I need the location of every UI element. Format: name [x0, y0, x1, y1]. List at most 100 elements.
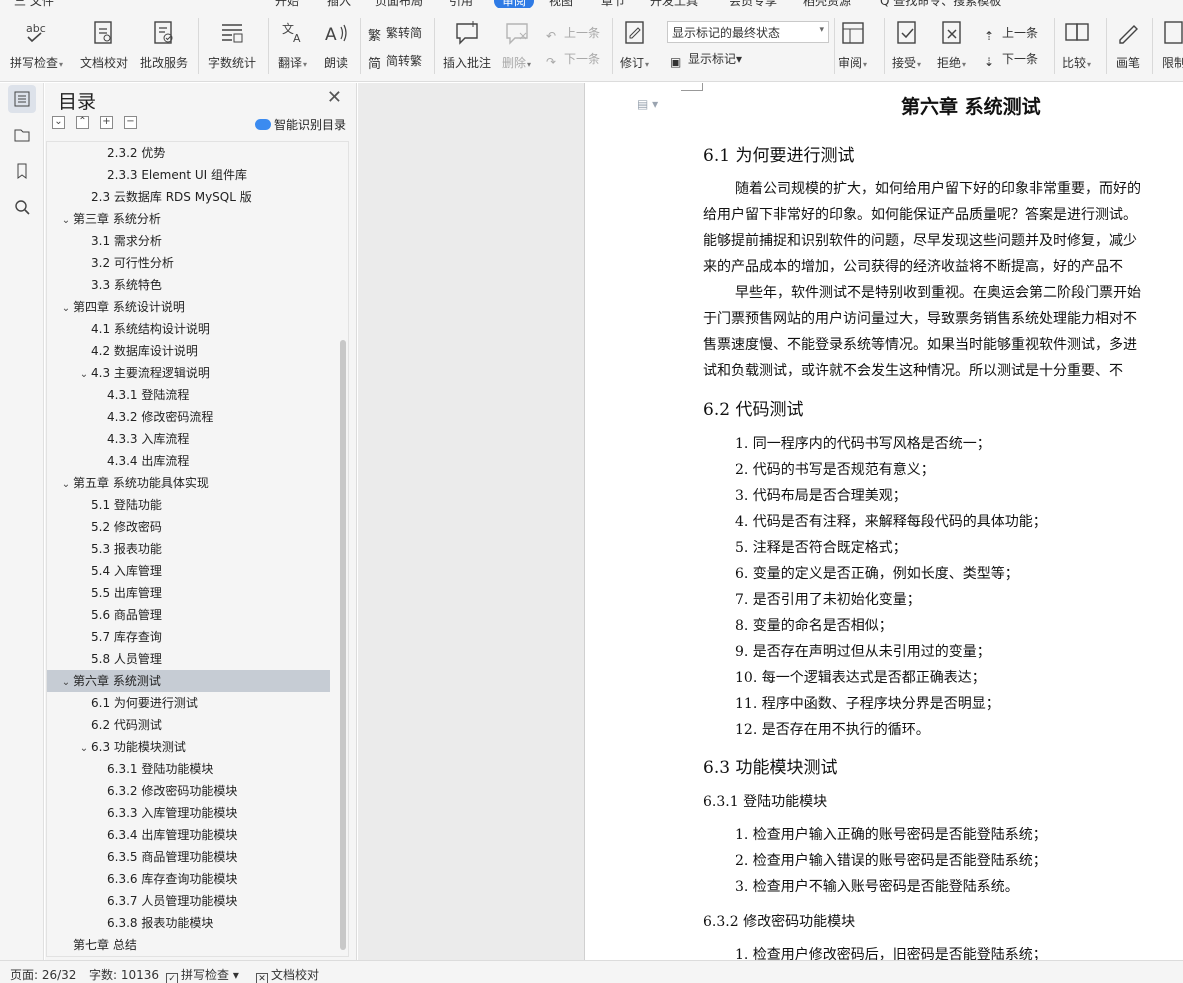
menu-item[interactable]: 页面布局: [375, 0, 423, 8]
trad-to-simp-button[interactable]: 繁繁转简: [368, 24, 422, 44]
search-button[interactable]: [8, 193, 36, 221]
toc-item[interactable]: 6.3.3 入库管理功能模块: [47, 802, 330, 824]
collapse-all-icon[interactable]: ⌄: [52, 116, 65, 129]
toc-item[interactable]: 5.8 人员管理: [47, 648, 330, 670]
toc-item[interactable]: ⌄ 6.3 功能模块测试: [47, 736, 330, 758]
toc-item[interactable]: 6.3.7 人员管理功能模块: [47, 890, 330, 912]
menu-item[interactable]: 开始: [275, 0, 299, 8]
toc-item[interactable]: 4.3.1 登陆流程: [47, 384, 330, 406]
menu-item[interactable]: 引用: [449, 0, 473, 8]
toc-item[interactable]: 6.3.1 登陆功能模块: [47, 758, 330, 780]
paragraph-line: 给用户留下非常好的印象。如何能保证产品质量呢？答案是进行测试。: [703, 207, 1137, 223]
bookmark-button[interactable]: [8, 157, 36, 185]
document-page[interactable]: ▤ ▾ 第六章 系统测试 6.1 为何要进行测试 随着公司规模的扩大，如何给用户…: [585, 83, 1183, 960]
toc-item[interactable]: 6.3.2 修改密码功能模块: [47, 780, 330, 802]
toc-item[interactable]: ⌄ 第三章 系统分析: [47, 208, 330, 230]
paragraph-line: 能够提前捕捉和识别软件的问题，尽早发现这些问题并及时修复，减少: [703, 233, 1137, 249]
toc-item[interactable]: 6.2 代码测试: [47, 714, 330, 736]
translate-button[interactable]: 文A 翻译▾: [278, 20, 307, 71]
add-heading-icon[interactable]: +: [100, 116, 113, 129]
toc-item[interactable]: 5.7 库存查询: [47, 626, 330, 648]
toc-item[interactable]: 6.3.4 出库管理功能模块: [47, 824, 330, 846]
list-item: 2. 检查用户输入错误的账号密码是否能登陆系统；: [735, 853, 1047, 869]
prev-comment-button[interactable]: ↶ 上一条: [546, 24, 600, 44]
menu-item[interactable]: 插入: [327, 0, 351, 8]
close-icon[interactable]: ✕: [327, 87, 342, 108]
toc-item[interactable]: 6.1 为何要进行测试: [47, 692, 330, 714]
page-indicator[interactable]: 页面: 26/32: [10, 966, 76, 983]
toc-item[interactable]: 5.1 登陆功能: [47, 494, 330, 516]
show-markup-icon: ▣: [670, 55, 682, 69]
smart-toc-button[interactable]: 智能识别目录: [254, 116, 346, 133]
read-aloud-button[interactable]: A 朗读: [322, 20, 350, 71]
toc-item[interactable]: 5.2 修改密码: [47, 516, 330, 538]
toc-item[interactable]: 4.3.2 修改密码流程: [47, 406, 330, 428]
chevron-down-icon[interactable]: ⌄: [59, 474, 73, 496]
menu-item[interactable]: 开发工具: [650, 0, 698, 8]
batch-service-button[interactable]: 批改服务: [140, 20, 188, 71]
menu-item[interactable]: 三 文件: [14, 0, 54, 8]
menu-item[interactable]: 章节: [601, 0, 625, 8]
chevron-down-icon[interactable]: ⌄: [77, 364, 91, 386]
toc-item[interactable]: 2.3.3 Element UI 组件库: [47, 164, 330, 186]
menu-item[interactable]: 会员专享: [729, 0, 777, 8]
toc-item[interactable]: 5.6 商品管理: [47, 604, 330, 626]
toc-item[interactable]: 3.3 系统特色: [47, 274, 330, 296]
toc-item[interactable]: 5.5 出库管理: [47, 582, 330, 604]
accept-button[interactable]: 接受▾: [892, 20, 921, 71]
toc-item[interactable]: 6.3.5 商品管理功能模块: [47, 846, 330, 868]
chevron-down-icon[interactable]: ⌄: [59, 298, 73, 320]
chapter-nav-button[interactable]: [8, 121, 36, 149]
track-changes-button[interactable]: 修订▾: [620, 20, 649, 71]
insert-comment-button[interactable]: 插入批注: [443, 20, 491, 71]
chevron-down-icon[interactable]: ⌄: [59, 210, 73, 232]
review-pane-button[interactable]: 审阅▾: [838, 20, 867, 71]
status-doc-proof[interactable]: ✕ 文档校对: [256, 966, 319, 983]
toc-item[interactable]: 4.3.3 入库流程: [47, 428, 330, 450]
next-change-button[interactable]: ⇣ 下一条: [984, 50, 1038, 70]
simp-to-trad-button[interactable]: 简简转繁: [368, 52, 422, 72]
toc-item[interactable]: 4.1 系统结构设计说明: [47, 318, 330, 340]
next-comment-button[interactable]: ↷ 下一条: [546, 50, 600, 70]
toc-item[interactable]: 4.2 数据库设计说明: [47, 340, 330, 362]
toc-item[interactable]: 2.3 云数据库 RDS MySQL 版: [47, 186, 330, 208]
expand-up-icon[interactable]: ⌃: [76, 116, 89, 129]
menu-item[interactable]: 审阅: [494, 0, 535, 8]
chevron-down-icon[interactable]: ⌄: [77, 738, 91, 760]
word-count-button[interactable]: 字数统计: [208, 20, 256, 71]
doc-proof-button[interactable]: 文档校对: [80, 20, 128, 71]
word-count-indicator[interactable]: 字数: 10136: [89, 966, 159, 983]
reject-button[interactable]: 拒绝▾: [937, 20, 966, 71]
toc-item[interactable]: 3.1 需求分析: [47, 230, 330, 252]
toc-item[interactable]: ⌄ 第四章 系统设计说明: [47, 296, 330, 318]
toc-item[interactable]: 第七章 总结: [47, 934, 330, 956]
toc-item[interactable]: 5.4 入库管理: [47, 560, 330, 582]
show-markup-button[interactable]: ▣ 显示标记▾: [670, 50, 742, 70]
status-spell-check[interactable]: ✓ 拼写检查 ▾: [166, 966, 239, 983]
menu-item[interactable]: 视图: [549, 0, 573, 8]
menu-item[interactable]: 稻壳资源: [803, 0, 851, 8]
toc-item[interactable]: 4.3.4 出库流程: [47, 450, 330, 472]
chevron-down-icon[interactable]: ⌄: [59, 672, 73, 694]
toc-item[interactable]: 6.3.6 库存查询功能模块: [47, 868, 330, 890]
markup-state-select[interactable]: 显示标记的最终状态 ▾: [667, 21, 829, 43]
toc-item[interactable]: ⌄ 第五章 系统功能具体实现: [47, 472, 330, 494]
toc-scrollbar[interactable]: [340, 340, 346, 950]
remove-heading-icon[interactable]: −: [124, 116, 137, 129]
toc-item[interactable]: 2.3.2 优势: [47, 142, 330, 164]
toc-item[interactable]: ⌄ 4.3 主要流程逻辑说明: [47, 362, 330, 384]
restrict-button[interactable]: 限制: [1160, 20, 1183, 71]
paragraph-icon[interactable]: ▤ ▾: [637, 97, 658, 111]
toc-item[interactable]: 3.2 可行性分析: [47, 252, 330, 274]
ink-button[interactable]: 画笔: [1114, 20, 1142, 71]
prev-change-button[interactable]: ⇡ 上一条: [984, 24, 1038, 44]
toc-item-label: 5.8 人员管理: [91, 652, 162, 666]
toc-panel-button[interactable]: [8, 85, 36, 113]
delete-comment-button[interactable]: 删除▾: [502, 20, 531, 71]
toc-item[interactable]: ⌄ 第六章 系统测试: [47, 670, 330, 692]
toc-item[interactable]: 5.3 报表功能: [47, 538, 330, 560]
compare-button[interactable]: 比较▾: [1062, 20, 1091, 71]
toc-item[interactable]: 6.3.8 报表功能模块: [47, 912, 330, 934]
spell-check-button[interactable]: abc 拼写检查▾: [10, 20, 63, 71]
menu-item[interactable]: Q 查找命令、搜索模板: [880, 0, 1001, 8]
